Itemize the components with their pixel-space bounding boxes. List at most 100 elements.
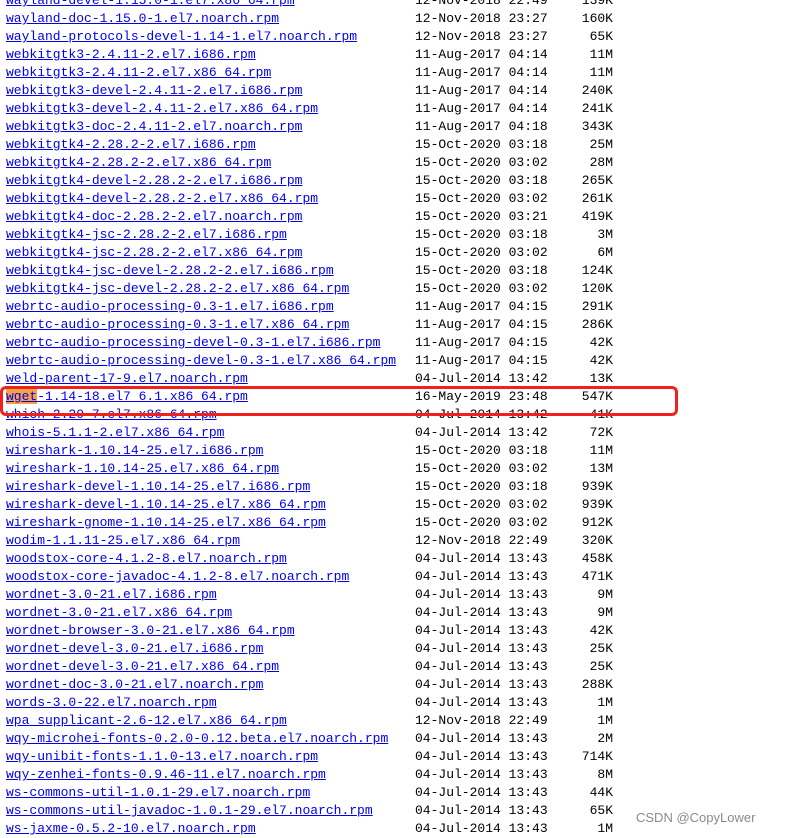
- file-row: weld-parent-17-9.el7.noarch.rpm 04-Jul-20…: [0, 370, 789, 388]
- file-size: 25M: [589, 137, 613, 152]
- file-row: wireshark-devel-1.10.14-25.el7.x86_64.rp…: [0, 496, 789, 514]
- file-link[interactable]: webkitgtk3-2.4.11-2.el7.x86_64.rpm: [6, 64, 271, 82]
- file-size: 291K: [581, 299, 613, 314]
- file-link[interactable]: wordnet-3.0-21.el7.i686.rpm: [6, 586, 217, 604]
- file-row: webkitgtk3-devel-2.4.11-2.el7.x86_64.rpm…: [0, 100, 789, 118]
- file-row: wordnet-devel-3.0-21.el7.i686.rpm 04-Jul-…: [0, 640, 789, 658]
- file-link[interactable]: webrtc-audio-processing-devel-0.3-1.el7.…: [6, 352, 396, 370]
- file-date: 15-Oct-2020 03:18: [415, 227, 548, 242]
- file-link[interactable]: woodstox-core-4.1.2-8.el7.noarch.rpm: [6, 550, 287, 568]
- file-date: 16-May-2019 23:48: [415, 389, 548, 404]
- file-link[interactable]: wqy-microhei-fonts-0.2.0-0.12.beta.el7.n…: [6, 730, 388, 748]
- file-link[interactable]: wayland-doc-1.15.0-1.el7.noarch.rpm: [6, 10, 279, 28]
- file-link[interactable]: wordnet-devel-3.0-21.el7.x86_64.rpm: [6, 658, 279, 676]
- file-date: 15-Oct-2020 03:18: [415, 137, 548, 152]
- file-row: wqy-unibit-fonts-1.1.0-13.el7.noarch.rpm…: [0, 748, 789, 766]
- file-link[interactable]: ws-commons-util-1.0.1-29.el7.noarch.rpm: [6, 784, 310, 802]
- file-size: 8M: [597, 767, 613, 782]
- file-link[interactable]: webkitgtk4-devel-2.28.2-2.el7.x86_64.rpm: [6, 190, 318, 208]
- file-link[interactable]: ws-commons-util-javadoc-1.0.1-29.el7.noa…: [6, 802, 373, 820]
- file-link[interactable]: woodstox-core-javadoc-4.1.2-8.el7.noarch…: [6, 568, 349, 586]
- file-size: 1M: [597, 713, 613, 728]
- file-link[interactable]: webkitgtk4-jsc-devel-2.28.2-2.el7.x86_64…: [6, 280, 349, 298]
- file-date: 12-Nov-2018 23:27: [415, 11, 548, 26]
- file-link[interactable]: webrtc-audio-processing-0.3-1.el7.x86_64…: [6, 316, 349, 334]
- file-size: 25K: [589, 659, 613, 674]
- file-link[interactable]: webkitgtk4-jsc-devel-2.28.2-2.el7.i686.r…: [6, 262, 334, 280]
- file-link[interactable]: words-3.0-22.el7.noarch.rpm: [6, 694, 217, 712]
- file-link[interactable]: webkitgtk4-devel-2.28.2-2.el7.i686.rpm: [6, 172, 302, 190]
- file-size: 9M: [597, 605, 613, 620]
- file-link[interactable]: webkitgtk4-jsc-2.28.2-2.el7.x86_64.rpm: [6, 244, 302, 262]
- file-link[interactable]: ws-jaxme-0.5.2-10.el7.noarch.rpm: [6, 820, 256, 838]
- file-date: 11-Aug-2017 04:18: [415, 119, 548, 134]
- file-row: webkitgtk4-jsc-devel-2.28.2-2.el7.i686.r…: [0, 262, 789, 280]
- file-row: wordnet-3.0-21.el7.i686.rpm 04-Jul-2014 1…: [0, 586, 789, 604]
- file-size: 419K: [581, 209, 613, 224]
- file-link[interactable]: webkitgtk4-jsc-2.28.2-2.el7.i686.rpm: [6, 226, 287, 244]
- file-link[interactable]: wordnet-devel-3.0-21.el7.i686.rpm: [6, 640, 263, 658]
- file-link[interactable]: webrtc-audio-processing-0.3-1.el7.i686.r…: [6, 298, 334, 316]
- file-size: 458K: [581, 551, 613, 566]
- file-date: 04-Jul-2014 13:43: [415, 605, 548, 620]
- file-link[interactable]: which-2.20-7.el7.x86_64.rpm: [6, 406, 217, 424]
- file-date: 11-Aug-2017 04:14: [415, 65, 548, 80]
- file-link[interactable]: wordnet-doc-3.0-21.el7.noarch.rpm: [6, 676, 263, 694]
- file-link[interactable]: wget-1.14-18.el7_6.1.x86_64.rpm: [6, 388, 248, 406]
- file-row: wireshark-1.10.14-25.el7.x86_64.rpm 15-Oc…: [0, 460, 789, 478]
- file-size: 11M: [589, 443, 613, 458]
- file-row: webkitgtk4-devel-2.28.2-2.el7.x86_64.rpm…: [0, 190, 789, 208]
- file-row: webkitgtk4-2.28.2-2.el7.x86_64.rpm 15-Oct…: [0, 154, 789, 172]
- file-link[interactable]: webrtc-audio-processing-devel-0.3-1.el7.…: [6, 334, 380, 352]
- file-link[interactable]: wireshark-devel-1.10.14-25.el7.x86_64.rp…: [6, 496, 326, 514]
- file-link[interactable]: wayland-protocols-devel-1.14-1.el7.noarc…: [6, 28, 357, 46]
- file-row: wpa_supplicant-2.6-12.el7.x86_64.rpm 12-N…: [0, 712, 789, 730]
- file-row: webkitgtk4-2.28.2-2.el7.i686.rpm 15-Oct-2…: [0, 136, 789, 154]
- file-size: 25K: [589, 641, 613, 656]
- file-date: 11-Aug-2017 04:14: [415, 47, 548, 62]
- file-link[interactable]: webkitgtk4-2.28.2-2.el7.i686.rpm: [6, 136, 256, 154]
- file-size: 41K: [589, 407, 613, 422]
- file-date: 15-Oct-2020 03:21: [415, 209, 548, 224]
- file-row: wayland-doc-1.15.0-1.el7.noarch.rpm 12-No…: [0, 10, 789, 28]
- file-date: 04-Jul-2014 13:43: [415, 551, 548, 566]
- file-row: wayland-devel-1.15.0-1.el7.x86_64.rpm 12-…: [0, 0, 789, 10]
- file-size: 912K: [581, 515, 613, 530]
- file-date: 11-Aug-2017 04:15: [415, 353, 548, 368]
- file-link[interactable]: wqy-unibit-fonts-1.1.0-13.el7.noarch.rpm: [6, 748, 318, 766]
- file-row: wordnet-doc-3.0-21.el7.noarch.rpm 04-Jul-…: [0, 676, 789, 694]
- file-link[interactable]: wayland-devel-1.15.0-1.el7.x86_64.rpm: [6, 0, 295, 10]
- file-link[interactable]: wordnet-3.0-21.el7.x86_64.rpm: [6, 604, 232, 622]
- file-date: 12-Nov-2018 23:27: [415, 29, 548, 44]
- file-row: which-2.20-7.el7.x86_64.rpm 04-Jul-2014 1…: [0, 406, 789, 424]
- file-size: 28M: [589, 155, 613, 170]
- file-size: 2M: [597, 731, 613, 746]
- file-link[interactable]: wireshark-1.10.14-25.el7.x86_64.rpm: [6, 460, 279, 478]
- file-link[interactable]: webkitgtk4-2.28.2-2.el7.x86_64.rpm: [6, 154, 271, 172]
- file-link[interactable]: whois-5.1.1-2.el7.x86_64.rpm: [6, 424, 224, 442]
- file-date: 12-Nov-2018 22:49: [415, 0, 548, 8]
- file-link[interactable]: webkitgtk3-devel-2.4.11-2.el7.i686.rpm: [6, 82, 302, 100]
- file-date: 11-Aug-2017 04:15: [415, 335, 548, 350]
- file-link[interactable]: webkitgtk3-devel-2.4.11-2.el7.x86_64.rpm: [6, 100, 318, 118]
- file-date: 04-Jul-2014 13:43: [415, 623, 548, 638]
- file-link[interactable]: weld-parent-17-9.el7.noarch.rpm: [6, 370, 248, 388]
- file-date: 15-Oct-2020 03:02: [415, 191, 548, 206]
- file-link[interactable]: wordnet-browser-3.0-21.el7.x86_64.rpm: [6, 622, 295, 640]
- file-link[interactable]: wireshark-1.10.14-25.el7.i686.rpm: [6, 442, 263, 460]
- file-size: 3M: [597, 227, 613, 242]
- file-link[interactable]: webkitgtk3-2.4.11-2.el7.i686.rpm: [6, 46, 256, 64]
- file-date: 04-Jul-2014 13:43: [415, 767, 548, 782]
- file-row: webkitgtk3-doc-2.4.11-2.el7.noarch.rpm 11…: [0, 118, 789, 136]
- file-size: 240K: [581, 83, 613, 98]
- file-link[interactable]: webkitgtk3-doc-2.4.11-2.el7.noarch.rpm: [6, 118, 302, 136]
- file-link[interactable]: wireshark-gnome-1.10.14-25.el7.x86_64.rp…: [6, 514, 326, 532]
- file-link[interactable]: wireshark-devel-1.10.14-25.el7.i686.rpm: [6, 478, 310, 496]
- file-date: 15-Oct-2020 03:18: [415, 263, 548, 278]
- file-row: webkitgtk4-jsc-2.28.2-2.el7.x86_64.rpm 15…: [0, 244, 789, 262]
- file-link[interactable]: wpa_supplicant-2.6-12.el7.x86_64.rpm: [6, 712, 287, 730]
- file-link[interactable]: wodim-1.1.11-25.el7.x86_64.rpm: [6, 532, 240, 550]
- file-link[interactable]: webkitgtk4-doc-2.28.2-2.el7.noarch.rpm: [6, 208, 302, 226]
- file-size: 124K: [581, 263, 613, 278]
- file-link[interactable]: wqy-zenhei-fonts-0.9.46-11.el7.noarch.rp…: [6, 766, 326, 784]
